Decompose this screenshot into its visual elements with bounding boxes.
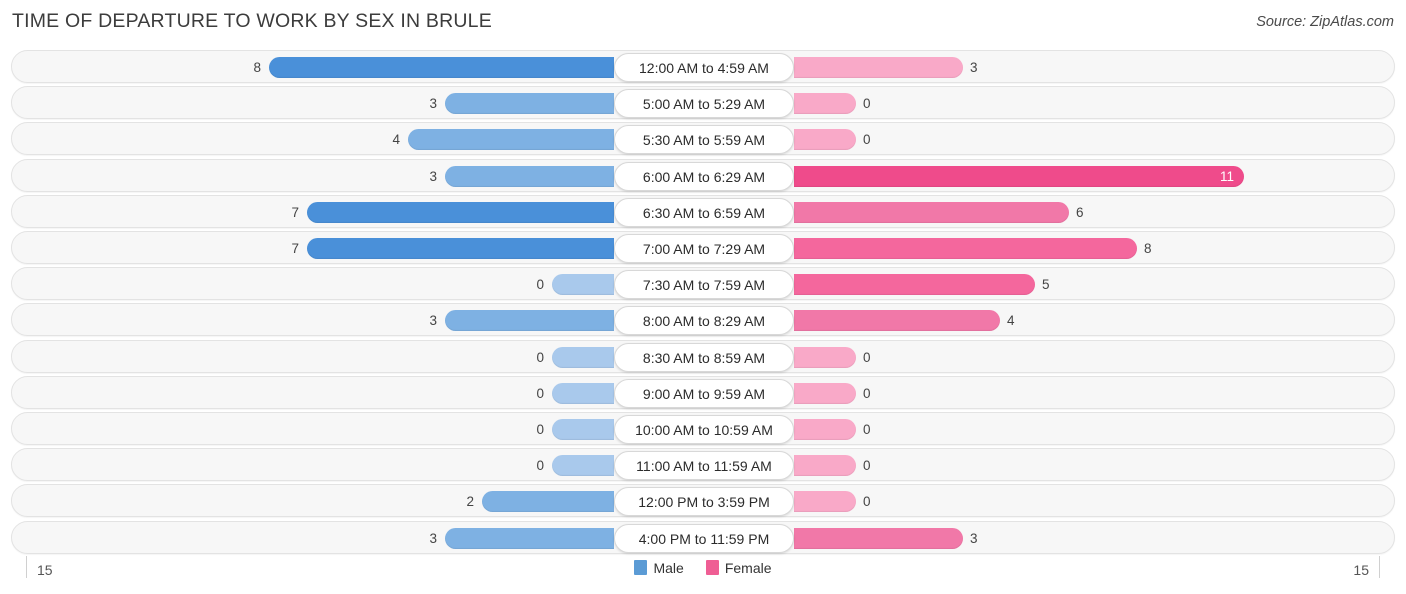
category-label[interactable]: 6:30 AM to 6:59 AM: [614, 197, 794, 227]
value-label-female: 5: [1042, 277, 1050, 293]
bar-male[interactable]: [445, 93, 614, 115]
bar-female[interactable]: [794, 382, 856, 404]
bar-male[interactable]: [307, 238, 614, 259]
bar-male[interactable]: [269, 57, 614, 78]
category-label[interactable]: 12:00 PM to 3:59 PM: [614, 487, 794, 517]
bar-female[interactable]: [794, 310, 1000, 332]
bar-male[interactable]: [408, 129, 614, 151]
value-label-female: 4: [1007, 313, 1015, 329]
category-label[interactable]: 8:00 AM to 8:29 AM: [614, 306, 794, 336]
table-row[interactable]: 0 5 7:30 AM to 7:59 AM: [11, 267, 1395, 301]
bar-male[interactable]: [445, 527, 614, 549]
legend-swatch-icon: [705, 560, 719, 575]
value-label-female: 6: [1076, 204, 1084, 220]
bar-male[interactable]: [445, 310, 614, 332]
legend-label: Female: [724, 560, 772, 576]
table-row[interactable]: 7 8 7:00 AM to 7:29 AM: [11, 231, 1395, 264]
category-label[interactable]: 5:00 AM to 5:29 AM: [614, 89, 794, 119]
value-label-male: 4: [392, 132, 400, 148]
value-label-male: 0: [536, 458, 544, 474]
table-row[interactable]: 7 6 6:30 AM to 6:59 AM: [11, 194, 1395, 228]
table-row[interactable]: 2 0 12:00 PM to 3:59 PM: [11, 484, 1395, 518]
value-label-male: 0: [536, 385, 544, 401]
value-label-female: 0: [863, 385, 871, 401]
bar-female[interactable]: [794, 93, 856, 115]
bar-male[interactable]: [552, 346, 614, 368]
table-row[interactable]: 0 0 8:30 AM to 8:59 AM: [11, 339, 1395, 373]
value-label-male: 3: [429, 530, 437, 546]
value-label-female: 0: [863, 494, 871, 510]
legend-item-female[interactable]: Female: [705, 560, 772, 576]
value-label-male: 8: [253, 60, 261, 75]
value-label-male: 0: [536, 422, 544, 437]
value-label-female: 3: [970, 530, 978, 546]
table-row[interactable]: 3 3 4:00 PM to 11:59 PM: [11, 520, 1395, 554]
legend-item-male[interactable]: Male: [634, 560, 684, 576]
category-label[interactable]: 10:00 AM to 10:59 AM: [614, 415, 794, 444]
bar-male[interactable]: [445, 165, 614, 187]
category-label[interactable]: 9:00 AM to 9:59 AM: [614, 378, 794, 408]
bar-male[interactable]: [552, 419, 614, 440]
bar-female[interactable]: [794, 346, 856, 368]
table-row[interactable]: 0 0 9:00 AM to 9:59 AM: [11, 375, 1395, 409]
legend-label: Male: [653, 560, 684, 576]
value-label-female: 0: [863, 132, 871, 148]
chart-rows-container: 8 3 12:00 AM to 4:59 AM 3 0 5:00 AM to 5:29 A…: [0, 50, 1406, 555]
bar-female[interactable]: [794, 274, 1035, 296]
table-row[interactable]: 3 0 5:00 AM to 5:29 AM: [11, 86, 1395, 120]
table-row[interactable]: 4 0 5:30 AM to 5:59 AM: [11, 122, 1395, 156]
bar-female[interactable]: [794, 129, 856, 151]
source-attribution: Source: ZipAtlas.com: [1256, 14, 1394, 30]
value-label-female: 0: [863, 422, 871, 437]
bar-female[interactable]: [794, 455, 856, 477]
value-label-male: 3: [429, 168, 437, 184]
table-row[interactable]: 0 0 10:00 AM to 10:59 AM: [11, 412, 1395, 445]
category-label[interactable]: 11:00 AM to 11:59 AM: [614, 451, 794, 481]
value-label-male: 2: [466, 494, 474, 510]
page-title: TIME OF DEPARTURE TO WORK BY SEX IN BRUL…: [12, 10, 492, 32]
category-label[interactable]: 8:30 AM to 8:59 AM: [614, 342, 794, 372]
bar-female[interactable]: [794, 527, 963, 549]
value-label-male: 0: [536, 349, 544, 365]
value-label-female: 0: [863, 458, 871, 474]
value-label-male: 3: [429, 313, 437, 329]
value-label-female: 3: [970, 60, 978, 75]
value-label-male: 0: [536, 277, 544, 293]
legend-swatch-icon: [634, 560, 648, 575]
bar-female[interactable]: [794, 201, 1069, 223]
category-label[interactable]: 6:00 AM to 6:29 AM: [614, 161, 794, 191]
bar-female[interactable]: [794, 491, 856, 513]
value-label-female: 0: [863, 96, 871, 112]
table-row[interactable]: 3 11 6:00 AM to 6:29 AM: [11, 158, 1395, 192]
value-label-female: 11: [1219, 168, 1234, 184]
bar-female[interactable]: [794, 419, 856, 440]
value-label-male: 7: [291, 204, 299, 220]
value-label-male: 7: [291, 241, 299, 256]
value-label-female: 0: [863, 349, 871, 365]
bar-male[interactable]: [482, 491, 614, 513]
table-row[interactable]: 3 4 8:00 AM to 8:29 AM: [11, 303, 1395, 337]
category-label[interactable]: 12:00 AM to 4:59 AM: [614, 53, 794, 82]
table-row[interactable]: 0 0 11:00 AM to 11:59 AM: [11, 448, 1395, 482]
bar-female[interactable]: [794, 165, 1244, 187]
category-label[interactable]: 4:00 PM to 11:59 PM: [614, 523, 794, 553]
bar-male[interactable]: [552, 382, 614, 404]
bar-male[interactable]: [552, 455, 614, 477]
bar-male[interactable]: [307, 201, 614, 223]
bar-female[interactable]: [794, 57, 963, 78]
value-label-female: 8: [1144, 241, 1152, 256]
category-label[interactable]: 5:30 AM to 5:59 AM: [614, 125, 794, 155]
bar-female[interactable]: [794, 238, 1137, 259]
chart-legend: Male Female: [0, 560, 1406, 576]
table-row[interactable]: 8 3 12:00 AM to 4:59 AM: [11, 50, 1395, 83]
category-label[interactable]: 7:30 AM to 7:59 AM: [614, 270, 794, 300]
value-label-male: 3: [429, 96, 437, 112]
bar-male[interactable]: [552, 274, 614, 296]
category-label[interactable]: 7:00 AM to 7:29 AM: [614, 234, 794, 263]
